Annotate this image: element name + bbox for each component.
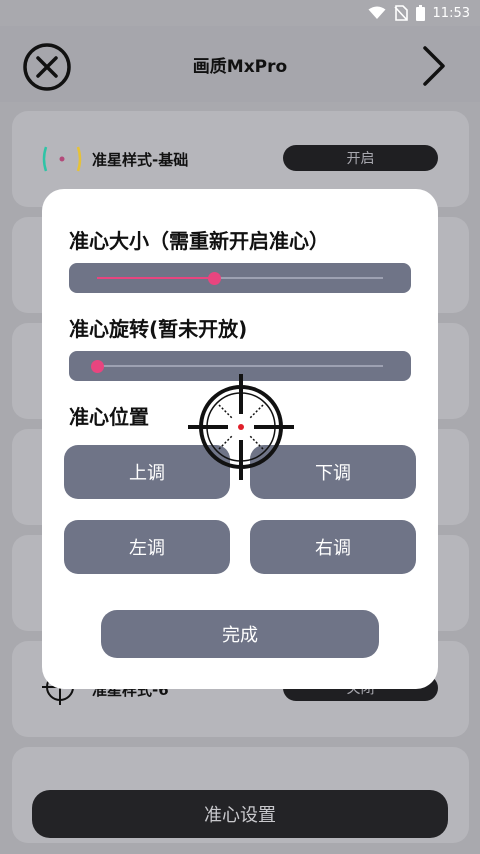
size-title: 准心大小（需重新开启准心） [69, 229, 329, 253]
size-slider[interactable] [69, 263, 411, 293]
slider-thumb[interactable] [208, 272, 222, 285]
list-item-label: 准星样式-基础 [92, 151, 189, 169]
no-sim-icon [393, 5, 408, 21]
right-button[interactable]: 右调 [250, 520, 416, 574]
status-time: 11:53 [432, 5, 470, 21]
slider-thumb[interactable] [91, 360, 104, 373]
position-title: 准心位置 [69, 405, 149, 429]
crosshair-dialog: 准心大小（需重新开启准心） 准心旋转(暂未开放) 准心位置 上调 下调 左调 右… [42, 189, 438, 689]
done-button[interactable]: 完成 [101, 610, 379, 658]
left-button[interactable]: 左调 [64, 520, 230, 574]
slider-fill [97, 277, 215, 279]
battery-icon [415, 5, 425, 21]
rotation-title: 准心旋转(暂未开放) [69, 317, 248, 341]
top-app-bar: 画质MxPro [0, 26, 480, 102]
slider-track [97, 272, 383, 285]
status-bar: 11:53 [0, 0, 480, 26]
crosshair-preview-icon [188, 374, 294, 480]
page-title: 画质MxPro [192, 57, 288, 77]
crosshair-icon [42, 146, 82, 172]
wifi-icon [368, 6, 386, 19]
chevron-right-icon[interactable] [420, 44, 448, 88]
slider-track [91, 360, 383, 373]
toggle-button[interactable]: 开启 [283, 145, 438, 171]
crosshair-settings-button[interactable]: 准心设置 [32, 790, 448, 838]
